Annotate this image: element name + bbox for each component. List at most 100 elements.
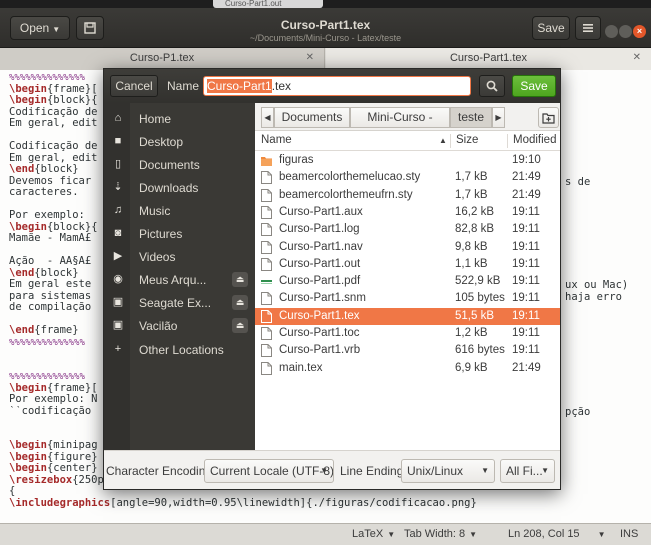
file-filter-combo[interactable]: All Fi... ▼ [500, 459, 555, 483]
file-modified: 19:11 [512, 275, 540, 288]
sidebar-item-seagate-ex[interactable]: ▣ Seagate Ex... ⏏ [104, 291, 255, 314]
file-name-input[interactable]: Curso-Part1.tex [203, 76, 471, 96]
window-subtitle: ~/Documents/Mini-Curso - Latex/teste [249, 33, 402, 43]
file-modified: 19:11 [512, 327, 540, 339]
tab-curso-p1[interactable]: Curso-P1.tex ✕ [0, 48, 325, 70]
new-document-button[interactable] [76, 16, 104, 40]
path-segment-teste[interactable]: teste [450, 107, 492, 128]
file-row[interactable]: Curso-Part1.pdf 522,9 kB 19:11 [255, 273, 560, 290]
latex-command: \begin [9, 440, 47, 451]
name-label: Name [167, 79, 200, 93]
file-row[interactable]: Curso-Part1.vrb 616 bytes 19:11 [255, 342, 560, 359]
sidebar-item-documents[interactable]: ▯ Documents [104, 153, 255, 176]
column-header-size[interactable]: Size [456, 134, 478, 146]
home-icon: ⌂ [114, 112, 122, 124]
chevron-right-icon: ▶ [495, 113, 502, 122]
open-button[interactable]: Open ▼ [10, 16, 70, 40]
code-text: { [9, 486, 16, 497]
code-text-fragment: s de [565, 175, 591, 188]
chevron-down-icon: ▼ [320, 466, 328, 475]
file-row[interactable]: figuras 19:10 [255, 152, 560, 169]
file-modified: 19:10 [512, 154, 541, 166]
column-header-modified[interactable]: Modified [513, 134, 556, 146]
latex-argument: [angle=90,width=0.95\linewidth]{./figura… [110, 497, 477, 509]
code-text: ``codificação [9, 405, 92, 417]
insert-mode-label: INS [620, 528, 639, 540]
code-text: para sistemas [9, 290, 92, 302]
column-divider [450, 134, 451, 148]
eject-icon[interactable]: ⏏ [232, 272, 248, 287]
close-icon: × [636, 26, 643, 36]
path-scroll-left-button[interactable]: ◀ [261, 107, 274, 128]
sidebar-item-desktop[interactable]: ■ Desktop [104, 130, 255, 153]
minimize-button[interactable] [605, 25, 618, 38]
language-selector[interactable]: LaTeX ▼ [352, 528, 395, 540]
maximize-button[interactable] [619, 25, 632, 38]
chevron-left-icon: ◀ [264, 113, 271, 122]
file-modified: 21:49 [512, 171, 541, 184]
sidebar-item-label: Videos [139, 250, 176, 264]
sidebar-item-videos[interactable]: ▶ Videos [104, 245, 255, 268]
encoding-combo[interactable]: Current Locale (UTF-8) ▼ [204, 459, 334, 483]
video-icon: ▶ [113, 250, 123, 262]
file-row[interactable]: Curso-Part1.snm 105 bytes 19:11 [255, 290, 560, 307]
eject-icon[interactable]: ⏏ [232, 295, 248, 310]
file-icon [261, 327, 272, 340]
chevron-down-icon: ▼ [52, 25, 61, 34]
column-header-name[interactable]: Name [261, 134, 292, 146]
file-row[interactable]: main.tex 6,9 kB 21:49 [255, 360, 560, 377]
file-row[interactable]: Curso-Part1.out 1,1 kB 19:11 [255, 256, 560, 273]
sidebar-item-label: Vacilão [139, 319, 178, 333]
save-file-dialog: Cancel Name Curso-Part1.tex Save ⌂ Home ■ D… [103, 68, 561, 490]
drive-icon: ▣ [112, 319, 124, 331]
hamburger-menu-button[interactable] [575, 16, 601, 40]
file-row[interactable]: beamercolorthemelucao.sty 1,7 kB 21:49 [255, 169, 560, 186]
file-row[interactable]: beamercolorthemeufrn.sty 1,7 kB 21:49 [255, 187, 560, 204]
column-divider [507, 134, 508, 148]
path-segment-documents[interactable]: Documents [274, 107, 350, 128]
code-text: Ação - AÃ§Ã£ [9, 256, 92, 267]
close-tab-icon[interactable]: ✕ [306, 48, 314, 68]
sidebar-item-other-locations[interactable]: + Other Locations [104, 338, 255, 361]
latex-command: \begin [9, 463, 47, 474]
dialog-footer: Character Encoding: Current Locale (UTF-… [104, 450, 560, 489]
sidebar-item-music[interactable]: ♫ Music [104, 199, 255, 222]
close-tab-icon[interactable]: ✕ [633, 48, 641, 68]
file-row[interactable]: Curso-Part1.toc 1,2 kB 19:11 [255, 325, 560, 342]
path-segment-mini-curso[interactable]: Mini-Curso - Latex [350, 107, 450, 143]
path-scroll-right-button[interactable]: ▶ [492, 107, 505, 128]
file-size: 9,8 kB [455, 240, 488, 253]
code-text-fragment: ux ou Mac) [565, 279, 629, 291]
tab-curso-part1[interactable]: Curso-Part1.tex ✕ [326, 48, 651, 70]
latex-argument: {frame}[ [46, 83, 98, 95]
cursor-position-selector[interactable]: Ln 208, Col 15 ▼ [508, 528, 605, 540]
cancel-button[interactable]: Cancel [110, 75, 158, 97]
status-bar: LaTeX ▼ Tab Width: 8 ▼ Ln 208, Col 15 ▼ INS [0, 523, 651, 545]
line-ending-combo[interactable]: Unix/Linux ▼ [401, 459, 495, 483]
plus-icon: + [114, 343, 122, 355]
file-row[interactable]: Curso-Part1.nav 9,8 kB 19:11 [255, 239, 560, 256]
file-size: 1,1 kB [455, 257, 488, 270]
file-row[interactable]: Curso-Part1.aux 16,2 kB 19:11 [255, 204, 560, 221]
tab-width-selector[interactable]: Tab Width: 8 ▼ [404, 528, 477, 540]
file-row[interactable]: Curso-Part1.log 82,8 kB 19:11 [255, 221, 560, 238]
search-button[interactable] [479, 75, 505, 97]
code-text: de compilação [9, 302, 92, 313]
column-headers: Name ▲ Size Modified [255, 131, 560, 151]
latex-command: \resizebox [9, 474, 73, 486]
sidebar-item-vacil-o[interactable]: ▣ Vacilão ⏏ [104, 314, 255, 337]
new-folder-button[interactable] [538, 107, 559, 128]
file-size: 51,5 kB [455, 309, 494, 322]
file-icon [261, 240, 272, 254]
eject-icon[interactable]: ⏏ [232, 318, 248, 333]
sidebar-item-meus-arqu[interactable]: ◉ Meus Arqu... ⏏ [104, 268, 255, 291]
file-row[interactable]: Curso-Part1.tex 51,5 kB 19:11 [255, 307, 560, 325]
close-window-button[interactable]: × [633, 25, 646, 38]
sidebar-item-pictures[interactable]: ◙ Pictures [104, 222, 255, 245]
sidebar-item-home[interactable]: ⌂ Home [104, 107, 255, 130]
sidebar-item-label: Meus Arqu... [139, 273, 207, 287]
sidebar-item-downloads[interactable]: ⇣ Downloads [104, 176, 255, 199]
save-button[interactable]: Save [532, 16, 570, 40]
dialog-save-button[interactable]: Save [512, 75, 556, 97]
encoding-value: Current Locale (UTF-8) [210, 464, 334, 478]
